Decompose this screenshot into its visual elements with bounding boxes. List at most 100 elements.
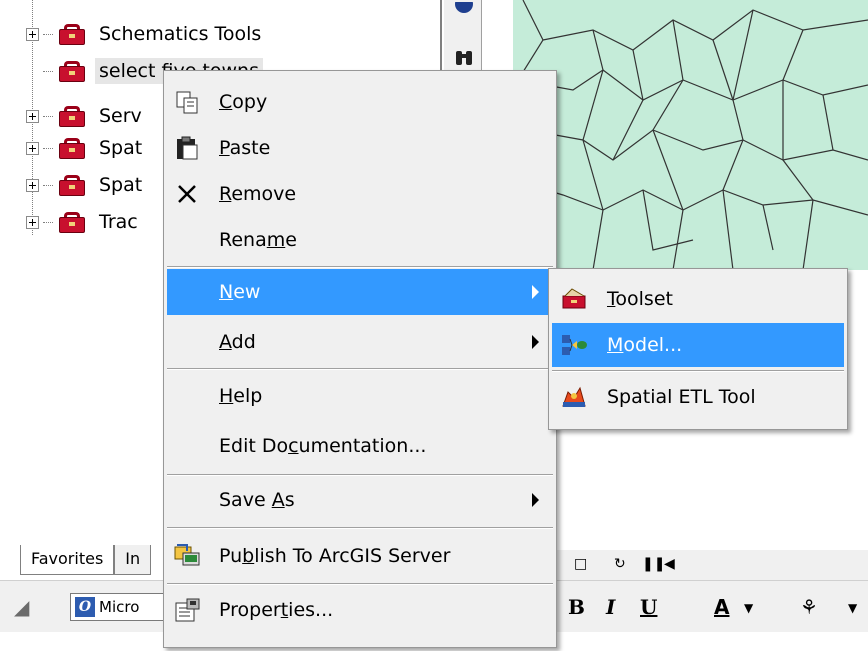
- tree-connector: [43, 184, 53, 186]
- menu-separator: [167, 474, 553, 476]
- tree-item-label: Schematics Tools: [99, 23, 262, 45]
- info-icon[interactable]: [454, 0, 474, 20]
- toolbox-icon: [55, 136, 89, 160]
- opentype-font-icon: O: [75, 597, 95, 617]
- tree-item-serv[interactable]: Serv: [26, 99, 146, 133]
- pause-icon[interactable]: ❚❚: [642, 556, 665, 572]
- expand-toggle-icon[interactable]: [26, 27, 39, 41]
- tab-index[interactable]: In: [114, 545, 152, 575]
- label-prefix: Spatial ETL Tool: [607, 386, 756, 408]
- submenu-item-model[interactable]: Model...: [552, 323, 844, 367]
- tree-leaf-spacer: [26, 65, 39, 78]
- tab-favorites[interactable]: Favorites: [20, 545, 115, 575]
- context-menu: Copy Paste Remove Rename New Add Help Ed…: [163, 70, 557, 648]
- menu-item-add[interactable]: Add: [167, 319, 553, 365]
- menu-item-paste[interactable]: Paste: [167, 125, 553, 171]
- submenu-item-toolset[interactable]: Toolset: [552, 277, 844, 321]
- label-suffix: lish To ArcGIS Server: [254, 545, 451, 567]
- menu-item-copy[interactable]: Copy: [167, 79, 553, 125]
- expand-toggle-icon[interactable]: [26, 109, 39, 123]
- refresh-icon[interactable]: ↻: [614, 556, 626, 572]
- menu-item-label: Copy: [219, 91, 267, 113]
- menu-icon-spacer: [167, 477, 207, 523]
- menu-icon-spacer: [167, 217, 207, 263]
- fill-color-dropdown-icon[interactable]: ▼: [848, 601, 857, 615]
- menu-item-label: Save As: [219, 489, 295, 511]
- label-prefix: Pu: [219, 545, 243, 567]
- menu-item-publish[interactable]: Publish To ArcGIS Server: [167, 533, 553, 579]
- menu-item-remove[interactable]: Remove: [167, 171, 553, 217]
- page-icon[interactable]: □: [574, 556, 587, 572]
- expand-toggle-icon[interactable]: [26, 215, 39, 229]
- tree-item-label: Trac: [99, 211, 138, 233]
- toolbox-icon: [55, 104, 89, 128]
- menu-item-rename[interactable]: Rename: [167, 217, 553, 263]
- toolbox-icon: [55, 22, 89, 46]
- menu-item-label: Properties...: [219, 599, 333, 621]
- label-mnemonic: P: [219, 137, 230, 159]
- menu-item-label: Edit Documentation...: [219, 435, 426, 457]
- font-color-dropdown-icon[interactable]: ▼: [744, 601, 753, 615]
- menu-item-label: Publish To ArcGIS Server: [219, 545, 450, 567]
- menu-item-edit-documentation[interactable]: Edit Documentation...: [167, 423, 553, 469]
- tree-item-spat-2[interactable]: Spat: [26, 168, 146, 202]
- remove-icon: [167, 171, 207, 217]
- menu-item-label: New: [219, 281, 260, 303]
- tree-item-label: Serv: [99, 105, 142, 127]
- label-suffix: e: [285, 229, 297, 251]
- label-mnemonic: R: [219, 183, 232, 205]
- binoculars-icon[interactable]: [454, 48, 474, 68]
- menu-item-new[interactable]: New: [167, 269, 553, 315]
- label-mnemonic: N: [219, 281, 234, 303]
- label-prefix: Proper: [219, 599, 281, 621]
- font-color-button[interactable]: A: [714, 595, 729, 619]
- menu-separator: [167, 266, 553, 268]
- tree-connector: [43, 115, 53, 117]
- menu-item-properties[interactable]: Properties...: [167, 587, 553, 633]
- label-mnemonic: A: [219, 331, 232, 353]
- model-icon: [552, 323, 596, 367]
- submenu-item-label: Toolset: [607, 288, 673, 310]
- label-suffix: aste: [229, 137, 271, 159]
- menu-separator: [167, 583, 553, 585]
- bold-button[interactable]: B: [568, 595, 585, 619]
- italic-button[interactable]: I: [606, 595, 615, 619]
- label-mnemonic: c: [288, 435, 299, 457]
- spatial-etl-icon: [552, 375, 596, 419]
- tree-item-spat-1[interactable]: Spat: [26, 131, 146, 165]
- fill-color-button[interactable]: ⚘: [800, 595, 818, 619]
- copy-icon: [167, 79, 207, 125]
- menu-separator: [167, 527, 553, 529]
- toolbox-icon: [55, 59, 89, 83]
- expand-toggle-icon[interactable]: [26, 141, 39, 155]
- font-dropdown-value: Micro: [99, 598, 140, 616]
- menu-separator: [167, 368, 553, 370]
- submenu-arrow-icon: [532, 335, 539, 349]
- menu-item-label: Paste: [219, 137, 270, 159]
- submenu-item-label: Model...: [607, 334, 682, 356]
- submenu-item-spatial-etl-tool[interactable]: Spatial ETL Tool: [552, 375, 844, 419]
- tree-item-schematics-tools[interactable]: Schematics Tools: [26, 17, 265, 51]
- label-suffix: s: [284, 489, 295, 511]
- menu-item-save-as[interactable]: Save As: [167, 477, 553, 523]
- expand-toggle-icon[interactable]: [26, 178, 39, 192]
- toolset-icon: [552, 277, 596, 321]
- menu-icon-spacer: [167, 373, 207, 419]
- scroll-left-icon[interactable]: ◀: [664, 556, 675, 572]
- label-suffix: ew: [233, 281, 261, 303]
- label-mnemonic: m: [266, 229, 286, 251]
- label-suffix: dd: [231, 331, 256, 353]
- label-prefix: Save: [219, 489, 272, 511]
- menu-separator: [552, 370, 844, 372]
- label-mnemonic: b: [242, 545, 255, 567]
- submenu-arrow-icon: [532, 285, 539, 299]
- select-elements-icon[interactable]: ◢: [14, 595, 29, 619]
- menu-item-label: Remove: [219, 183, 296, 205]
- menu-item-help[interactable]: Help: [167, 373, 553, 419]
- menu-item-label: Help: [219, 385, 262, 407]
- label-suffix: umentation...: [298, 435, 427, 457]
- underline-button[interactable]: U: [640, 595, 657, 619]
- label-prefix: Edit Do: [219, 435, 289, 457]
- menu-icon-spacer: [167, 269, 207, 315]
- tree-item-trac[interactable]: Trac: [26, 205, 142, 239]
